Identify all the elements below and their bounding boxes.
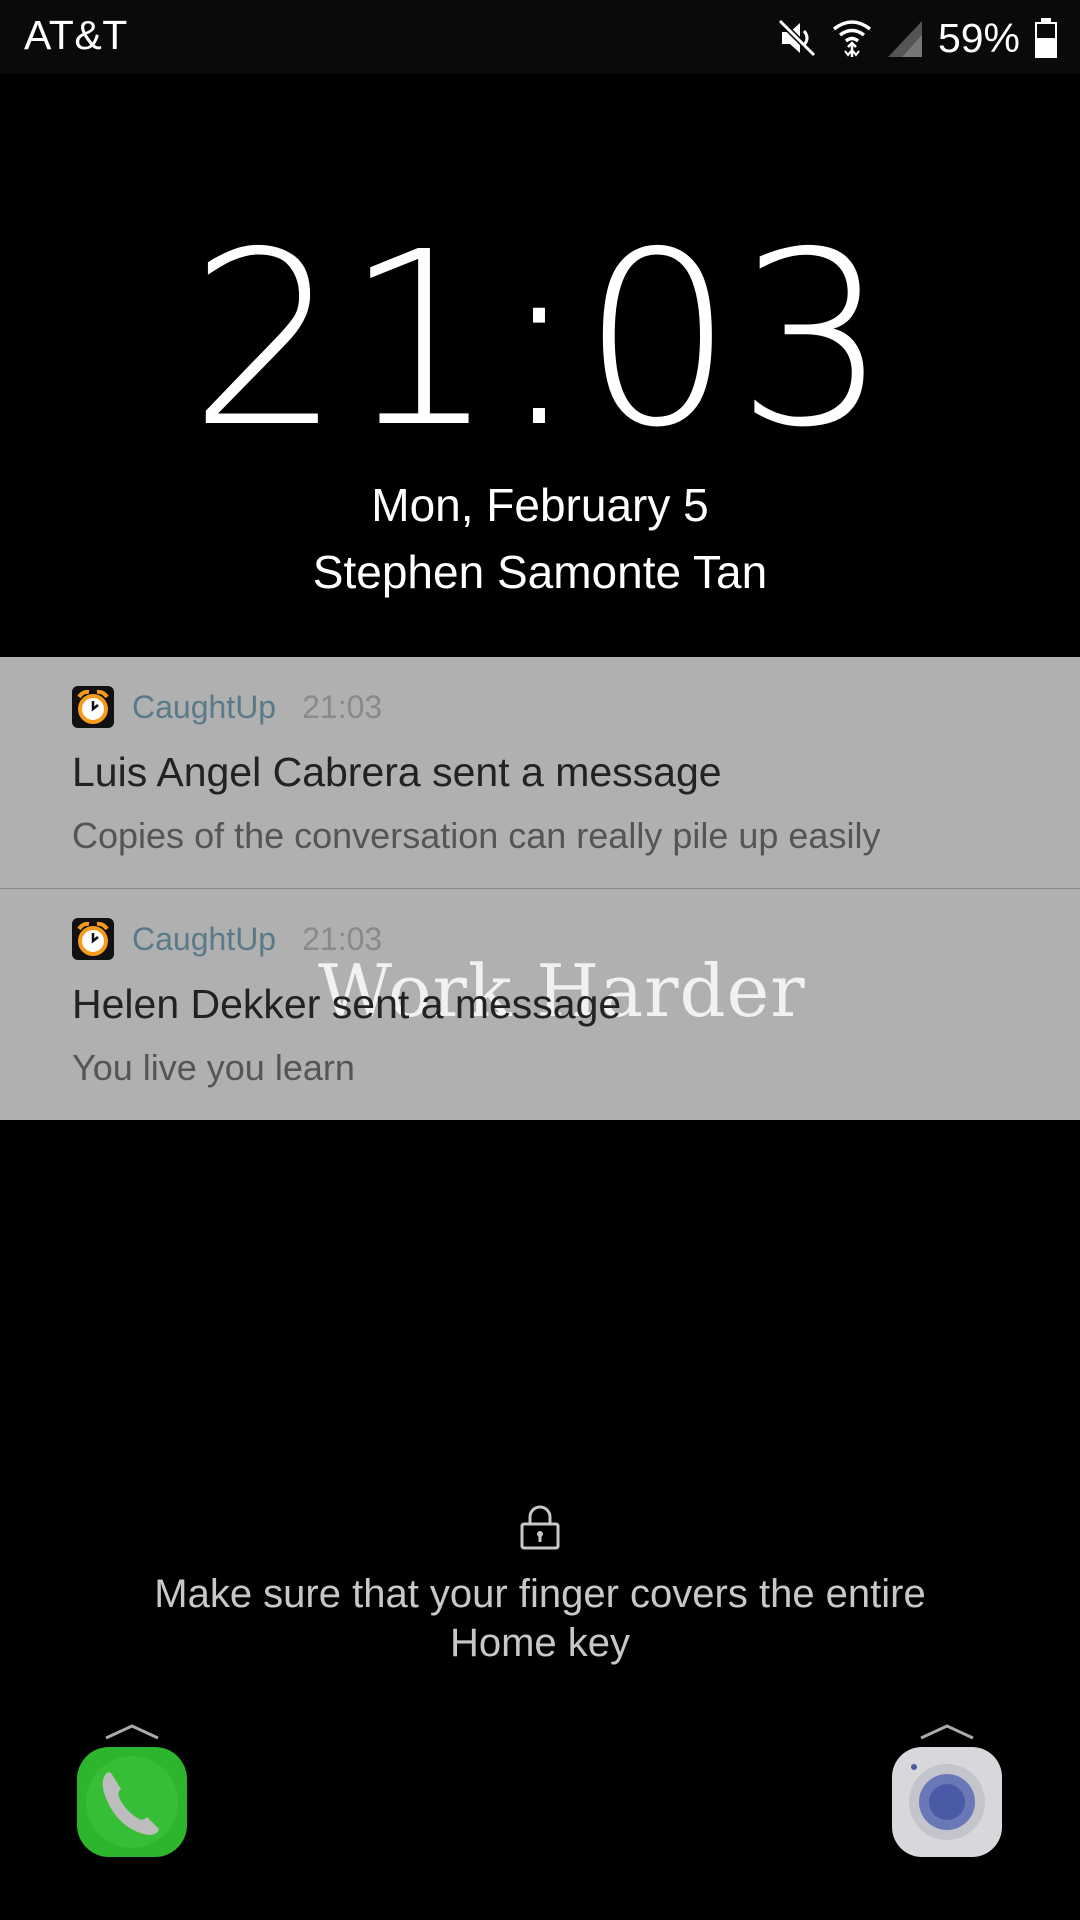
- carrier-label: AT&T: [24, 12, 128, 58]
- notification-app-name: CaughtUp: [132, 688, 277, 725]
- notification-list: CaughtUp 21:03 Luis Angel Cabrera sent a…: [0, 657, 1080, 1120]
- unlock-hint-text: Make sure that your finger covers the en…: [154, 1572, 926, 1665]
- alarm-clock-icon: [72, 686, 114, 728]
- alarm-clock-icon: [72, 918, 114, 960]
- mute-icon: [777, 18, 817, 58]
- lock-icon: [520, 1505, 560, 1550]
- notification-body: Copies of the conversation can really pi…: [72, 815, 881, 856]
- wifi-icon: [832, 20, 872, 57]
- camera-icon[interactable]: [890, 1745, 1004, 1859]
- chevron-up-icon: [920, 1724, 974, 1740]
- lockscreen-date: Mon, February 5: [371, 479, 709, 531]
- lock-screen: AT&T 59% 21:03 Mon, February 5 Stephen S…: [0, 0, 1080, 1920]
- notification-card[interactable]: CaughtUp 21:03 Work Harder Helen Dekker …: [0, 888, 1080, 1120]
- battery-icon: [1035, 18, 1057, 58]
- status-icons: 59%: [776, 10, 1058, 66]
- notification-body: You live you learn: [72, 1047, 355, 1088]
- notification-card[interactable]: CaughtUp 21:03 Luis Angel Cabrera sent a…: [0, 657, 1080, 888]
- status-bar: AT&T 59%: [0, 0, 1080, 74]
- notification-title: Luis Angel Cabrera sent a message: [72, 749, 722, 795]
- notification-app-name: CaughtUp: [132, 920, 277, 957]
- notification-time: 21:03: [302, 688, 383, 725]
- battery-percent: 59%: [937, 14, 1020, 61]
- owner-info: Stephen Samonte Tan: [312, 546, 768, 598]
- signal-icon: [887, 21, 922, 57]
- notification-header: CaughtUp 21:03: [72, 685, 382, 729]
- phone-shortcut[interactable]: [75, 1745, 189, 1859]
- lockscreen-clock: 21:03: [189, 200, 891, 480]
- chevron-up-icon: [105, 1724, 159, 1740]
- notification-title: Helen Dekker sent a message: [72, 981, 622, 1027]
